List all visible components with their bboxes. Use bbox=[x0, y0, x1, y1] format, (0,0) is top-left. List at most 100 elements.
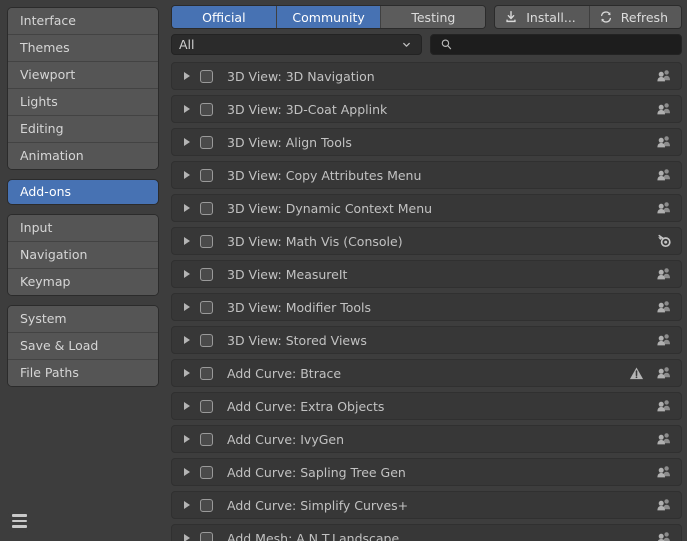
addon-row[interactable]: 3D View: Dynamic Context Menu bbox=[171, 194, 682, 222]
addon-row[interactable]: 3D View: Copy Attributes Menu bbox=[171, 161, 682, 189]
addon-row-icons bbox=[656, 464, 672, 480]
community-people-icon bbox=[656, 68, 672, 84]
tab-community[interactable]: Community bbox=[276, 6, 382, 28]
addon-title: Add Curve: Simplify Curves+ bbox=[227, 497, 409, 513]
addon-title: 3D View: Dynamic Context Menu bbox=[227, 200, 433, 216]
sidebar-item-keymap[interactable]: Keymap bbox=[8, 269, 158, 295]
addon-row-icons bbox=[656, 68, 672, 84]
tab-official[interactable]: Official bbox=[172, 6, 277, 28]
search-field[interactable] bbox=[430, 34, 682, 55]
community-people-icon bbox=[656, 134, 672, 150]
sidebar-group: Input Navigation Keymap bbox=[7, 214, 159, 296]
addons-list[interactable]: 3D View: 3D Navigation 3D View: 3D-Coat A… bbox=[171, 62, 682, 541]
blender-official-icon bbox=[656, 233, 672, 249]
addon-row[interactable]: 3D View: Modifier Tools bbox=[171, 293, 682, 321]
expand-triangle-icon[interactable] bbox=[180, 202, 193, 215]
refresh-button[interactable]: Refresh bbox=[589, 6, 681, 28]
addon-row[interactable]: Add Curve: IvyGen bbox=[171, 425, 682, 453]
addon-title: 3D View: Copy Attributes Menu bbox=[227, 167, 422, 183]
community-people-icon bbox=[656, 398, 672, 414]
addon-enable-checkbox[interactable] bbox=[200, 69, 213, 83]
sidebar-item-system[interactable]: System bbox=[8, 306, 158, 333]
search-input[interactable] bbox=[460, 36, 674, 53]
sidebar-item-save-and-load[interactable]: Save & Load bbox=[8, 333, 158, 360]
expand-triangle-icon[interactable] bbox=[180, 103, 193, 116]
sidebar-item-file-paths[interactable]: File Paths bbox=[8, 360, 158, 386]
support-level-tabs: Official Community Testing bbox=[171, 5, 487, 29]
addon-row[interactable]: 3D View: 3D Navigation bbox=[171, 62, 682, 90]
sidebar-item-interface[interactable]: Interface bbox=[8, 8, 158, 35]
tab-testing[interactable]: Testing bbox=[381, 6, 486, 28]
addon-row[interactable]: Add Curve: Extra Objects bbox=[171, 392, 682, 420]
community-people-icon bbox=[656, 101, 672, 117]
sidebar-item-lights[interactable]: Lights bbox=[8, 89, 158, 116]
sidebar-item-viewport[interactable]: Viewport bbox=[8, 62, 158, 89]
sidebar-item-add-ons[interactable]: Add-ons bbox=[7, 179, 159, 205]
addon-title: 3D View: 3D-Coat Applink bbox=[227, 101, 388, 117]
expand-triangle-icon[interactable] bbox=[180, 235, 193, 248]
addon-enable-checkbox[interactable] bbox=[200, 102, 213, 116]
install-button[interactable]: Install... bbox=[495, 6, 590, 28]
addon-enable-checkbox[interactable] bbox=[200, 201, 213, 215]
addon-row[interactable]: 3D View: MeasureIt bbox=[171, 260, 682, 288]
sidebar-item-input[interactable]: Input bbox=[8, 215, 158, 242]
addon-enable-checkbox[interactable] bbox=[200, 432, 213, 446]
addon-enable-checkbox[interactable] bbox=[200, 234, 213, 248]
addon-enable-checkbox[interactable] bbox=[200, 267, 213, 281]
addon-row-icons bbox=[628, 365, 672, 381]
addon-enable-checkbox[interactable] bbox=[200, 399, 213, 413]
expand-triangle-icon[interactable] bbox=[180, 532, 193, 541]
addon-enable-checkbox[interactable] bbox=[200, 333, 213, 347]
expand-triangle-icon[interactable] bbox=[180, 400, 193, 413]
addon-row[interactable]: 3D View: Math Vis (Console) bbox=[171, 227, 682, 255]
addon-title: Add Curve: Btrace bbox=[227, 365, 342, 381]
addon-enable-checkbox[interactable] bbox=[200, 168, 213, 182]
addon-title: 3D View: Stored Views bbox=[227, 332, 367, 348]
addon-row[interactable]: 3D View: Stored Views bbox=[171, 326, 682, 354]
category-dropdown-value: All bbox=[179, 37, 195, 52]
addon-row-icons bbox=[656, 398, 672, 414]
expand-triangle-icon[interactable] bbox=[180, 334, 193, 347]
expand-triangle-icon[interactable] bbox=[180, 367, 193, 380]
community-people-icon bbox=[656, 497, 672, 513]
expand-triangle-icon[interactable] bbox=[180, 301, 193, 314]
addon-row[interactable]: Add Mesh: A.N.T.Landscape bbox=[171, 524, 682, 541]
community-people-icon bbox=[656, 167, 672, 183]
addon-enable-checkbox[interactable] bbox=[200, 300, 213, 314]
preferences-sidebar: Interface Themes Viewport Lights Editing Anim… bbox=[0, 0, 166, 541]
refresh-icon bbox=[598, 9, 614, 25]
addon-row-icons bbox=[656, 233, 672, 249]
addon-title: 3D View: MeasureIt bbox=[227, 266, 348, 282]
expand-triangle-icon[interactable] bbox=[180, 433, 193, 446]
addon-row-icons bbox=[656, 167, 672, 183]
addon-enable-checkbox[interactable] bbox=[200, 465, 213, 479]
expand-triangle-icon[interactable] bbox=[180, 70, 193, 83]
expand-triangle-icon[interactable] bbox=[180, 466, 193, 479]
hamburger-menu-icon[interactable] bbox=[8, 510, 30, 532]
search-icon bbox=[438, 37, 454, 53]
addon-enable-checkbox[interactable] bbox=[200, 531, 213, 541]
addon-row[interactable]: 3D View: 3D-Coat Applink bbox=[171, 95, 682, 123]
download-icon bbox=[503, 9, 519, 25]
expand-triangle-icon[interactable] bbox=[180, 268, 193, 281]
sidebar-item-animation[interactable]: Animation bbox=[8, 143, 158, 169]
addon-enable-checkbox[interactable] bbox=[200, 498, 213, 512]
addon-title: 3D View: Math Vis (Console) bbox=[227, 233, 403, 249]
addon-row[interactable]: Add Curve: Sapling Tree Gen bbox=[171, 458, 682, 486]
addon-title: Add Mesh: A.N.T.Landscape bbox=[227, 530, 400, 541]
addon-row[interactable]: 3D View: Align Tools bbox=[171, 128, 682, 156]
expand-triangle-icon[interactable] bbox=[180, 169, 193, 182]
addon-row[interactable]: Add Curve: Btrace bbox=[171, 359, 682, 387]
sidebar-item-editing[interactable]: Editing bbox=[8, 116, 158, 143]
addon-row[interactable]: Add Curve: Simplify Curves+ bbox=[171, 491, 682, 519]
sidebar-item-themes[interactable]: Themes bbox=[8, 35, 158, 62]
category-dropdown[interactable]: All bbox=[171, 34, 422, 55]
sidebar-item-navigation[interactable]: Navigation bbox=[8, 242, 158, 269]
addon-enable-checkbox[interactable] bbox=[200, 135, 213, 149]
addon-row-icons bbox=[656, 299, 672, 315]
community-people-icon bbox=[656, 431, 672, 447]
expand-triangle-icon[interactable] bbox=[180, 136, 193, 149]
expand-triangle-icon[interactable] bbox=[180, 499, 193, 512]
install-button-label: Install... bbox=[526, 9, 576, 25]
addon-enable-checkbox[interactable] bbox=[200, 366, 213, 380]
